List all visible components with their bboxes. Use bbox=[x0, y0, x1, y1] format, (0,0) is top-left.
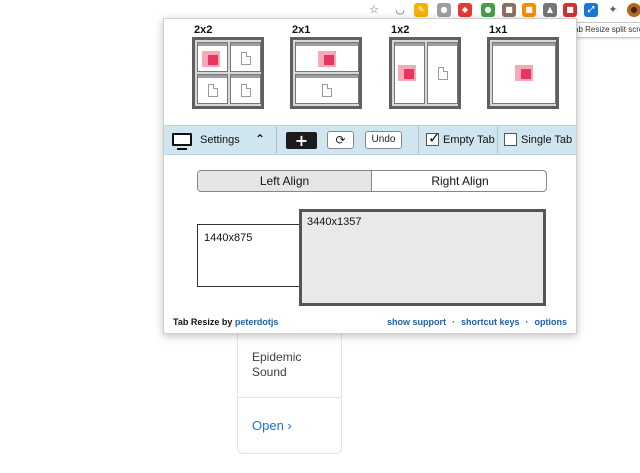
tab-resize-popup: 2x2 2x1 1x2 1x1 Settings ⌃ + ⟳ Undo ✓ Em… bbox=[163, 18, 577, 334]
screen: ☆ ◡ ✎ ● ◆ ● ■ ■ ▲ ■ ⤢ ✦ ● Tab Resize split scre Epi… bbox=[0, 0, 640, 473]
bookmark-star-icon[interactable]: ☆ bbox=[367, 3, 381, 17]
refresh-button[interactable]: ⟳ bbox=[327, 131, 354, 149]
extension-gray-icon[interactable]: ▲ bbox=[543, 3, 557, 17]
layout-2x2-pane-1 bbox=[197, 42, 228, 72]
monitor-icon bbox=[172, 133, 192, 150]
checkmark-icon: ✓ bbox=[428, 129, 441, 147]
pocket-icon[interactable]: ◡ bbox=[393, 3, 407, 17]
footer-links: show support · shortcut keys · options bbox=[387, 317, 567, 327]
empty-tab-label: Empty Tab bbox=[443, 134, 495, 146]
layout-1x1-label: 1x1 bbox=[489, 24, 508, 36]
layout-2x2-preview bbox=[192, 37, 264, 109]
separator: · bbox=[525, 317, 529, 327]
pink-square-dark bbox=[404, 69, 414, 79]
add-layout-button[interactable]: + bbox=[286, 132, 317, 149]
layout-2x2[interactable]: 2x2 bbox=[192, 23, 266, 109]
layout-2x1-pane-1 bbox=[295, 42, 359, 72]
divider bbox=[418, 126, 419, 154]
divider bbox=[276, 126, 277, 154]
layout-1x1-preview bbox=[487, 37, 559, 109]
document-icon bbox=[241, 84, 251, 97]
extension-orange-icon[interactable]: ■ bbox=[522, 3, 536, 17]
layout-2x2-pane-3 bbox=[197, 74, 228, 104]
popup-footer: Tab Resize by peterdotjs show support · sh… bbox=[164, 315, 576, 331]
chevron-up-icon[interactable]: ⌃ bbox=[255, 132, 265, 146]
extension-red-square-icon[interactable]: ■ bbox=[563, 3, 577, 17]
pink-square-dark bbox=[324, 55, 334, 65]
app-card: Epidemic Sound Open › bbox=[237, 330, 342, 454]
display-2[interactable]: 3440x1357 bbox=[299, 209, 546, 306]
document-icon bbox=[322, 84, 332, 97]
extensions-puzzle-icon[interactable]: ✦ bbox=[606, 3, 620, 17]
left-align-button[interactable]: Left Align bbox=[198, 171, 372, 191]
document-icon bbox=[438, 67, 448, 80]
extension-brown-icon[interactable]: ■ bbox=[502, 3, 516, 17]
layout-1x2-pane-2 bbox=[427, 42, 458, 104]
layout-2x1-label: 2x1 bbox=[292, 24, 311, 36]
credit-prefix: Tab Resize by bbox=[173, 317, 233, 327]
profile-avatar-icon[interactable]: ● bbox=[627, 3, 640, 17]
app-card-divider bbox=[238, 397, 341, 398]
single-tab-label: Single Tab bbox=[521, 134, 573, 146]
layout-1x1[interactable]: 1x1 bbox=[487, 23, 561, 109]
shortcut-keys-link[interactable]: shortcut keys bbox=[461, 317, 520, 327]
single-tab-checkbox[interactable] bbox=[504, 133, 517, 146]
author-link[interactable]: peterdotjs bbox=[235, 317, 279, 327]
display-1[interactable]: 1440x875 bbox=[197, 224, 300, 287]
layout-1x2[interactable]: 1x2 bbox=[389, 23, 463, 109]
align-toggle: Left Align Right Align bbox=[197, 170, 547, 192]
layout-2x1-pane-2 bbox=[295, 74, 359, 104]
empty-tab-checkbox[interactable]: ✓ bbox=[426, 129, 441, 147]
layout-1x2-preview bbox=[389, 37, 461, 109]
extension-circle-icon[interactable]: ● bbox=[437, 3, 451, 17]
layout-2x1[interactable]: 2x1 bbox=[290, 23, 364, 109]
divider bbox=[497, 126, 498, 154]
show-support-link[interactable]: show support bbox=[387, 317, 446, 327]
extension-red-icon[interactable]: ◆ bbox=[458, 3, 472, 17]
document-icon bbox=[241, 52, 251, 65]
extension-pencil-icon[interactable]: ✎ bbox=[414, 3, 428, 17]
layout-1x2-pane-1 bbox=[394, 42, 425, 104]
tab-resize-icon[interactable]: ⤢ bbox=[584, 3, 598, 17]
layout-2x1-preview bbox=[290, 37, 362, 109]
separator: · bbox=[451, 317, 455, 327]
document-icon bbox=[208, 84, 218, 97]
credit: Tab Resize by peterdotjs bbox=[173, 317, 278, 327]
layout-2x2-pane-4 bbox=[230, 74, 261, 104]
layout-2x2-label: 2x2 bbox=[194, 24, 213, 36]
right-align-button[interactable]: Right Align bbox=[373, 171, 546, 191]
options-link[interactable]: options bbox=[535, 317, 568, 327]
settings-toggle[interactable]: Settings bbox=[200, 134, 240, 146]
app-card-open-link[interactable]: Open › bbox=[252, 418, 292, 433]
app-card-name: Epidemic Sound bbox=[252, 350, 302, 379]
pink-square-dark bbox=[208, 55, 218, 65]
layout-1x1-pane-1 bbox=[492, 42, 556, 104]
display-1-resolution: 1440x875 bbox=[204, 232, 253, 244]
extension-green-icon[interactable]: ● bbox=[481, 3, 495, 17]
undo-button[interactable]: Undo bbox=[365, 131, 402, 149]
control-bar: Settings ⌃ + ⟳ Undo ✓ Empty Tab Single T… bbox=[164, 125, 576, 155]
layout-1x2-label: 1x2 bbox=[391, 24, 410, 36]
browser-toolbar: ☆ ◡ ✎ ● ◆ ● ■ ■ ▲ ■ ⤢ ✦ ● bbox=[0, 0, 640, 20]
pink-square-dark bbox=[521, 69, 531, 79]
layout-2x2-pane-2 bbox=[230, 42, 261, 72]
display-2-resolution: 3440x1357 bbox=[307, 216, 362, 228]
